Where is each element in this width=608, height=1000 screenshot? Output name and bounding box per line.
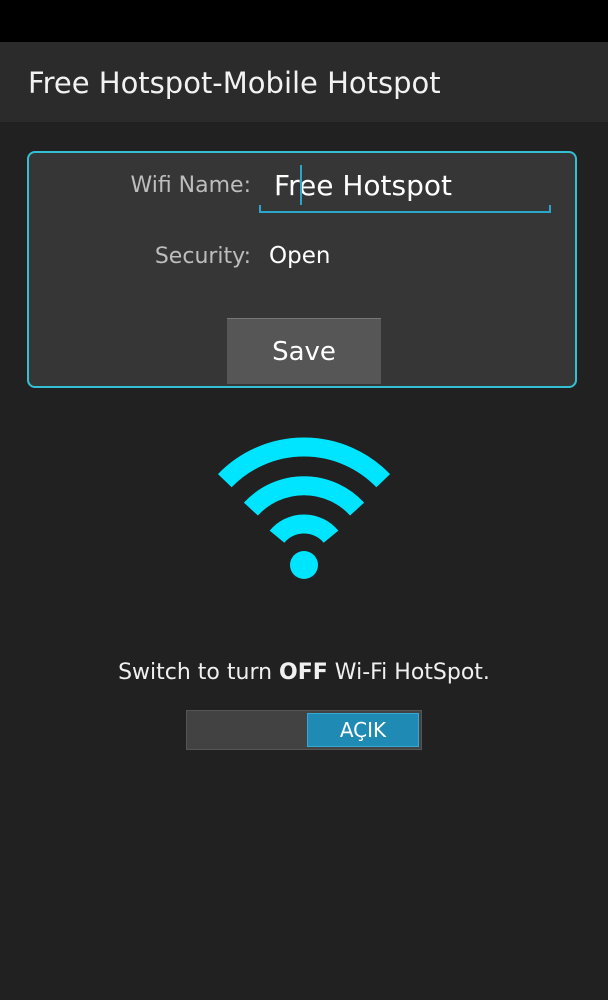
switch-caption-suffix: Wi-Fi HotSpot. — [327, 660, 490, 685]
wifi-name-label: Wifi Name: — [130, 173, 251, 198]
app-title: Free Hotspot-Mobile Hotspot — [28, 66, 441, 100]
text-cursor — [300, 165, 302, 205]
toggle-state-label: AÇIK — [307, 713, 419, 747]
wifi-icon — [214, 435, 394, 585]
wifi-name-input[interactable]: Free Hotspot — [259, 161, 551, 213]
hotspot-settings-panel: Wifi Name: Free Hotspot Security: Open S… — [27, 151, 577, 388]
status-bar — [0, 0, 608, 42]
action-bar: Free Hotspot-Mobile Hotspot — [0, 42, 608, 122]
security-value: Open — [269, 243, 331, 269]
hotspot-toggle[interactable]: AÇIK — [186, 710, 422, 750]
save-button[interactable]: Save — [227, 318, 381, 384]
switch-caption-state: OFF — [279, 660, 328, 685]
switch-caption-prefix: Switch to turn — [118, 660, 280, 685]
security-label: Security: — [154, 244, 251, 269]
switch-caption: Switch to turn OFF Wi-Fi HotSpot. — [0, 660, 608, 685]
